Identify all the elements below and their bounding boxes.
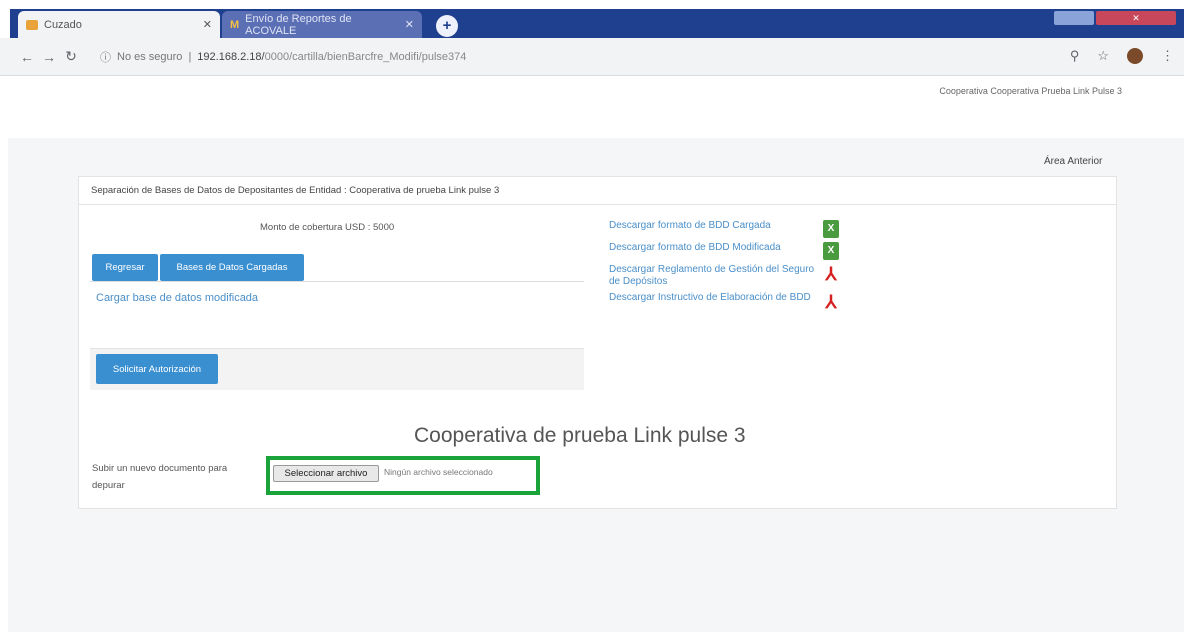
pdf-icon[interactable]: ⅄ bbox=[823, 264, 839, 284]
zoom-icon[interactable]: ⚲ bbox=[1070, 48, 1080, 64]
pulse-icon: M bbox=[230, 18, 240, 31]
close-icon[interactable]: ✕ bbox=[203, 18, 212, 31]
download-item[interactable]: Descargar formato de BDD Cargada X bbox=[609, 220, 839, 238]
folder-icon bbox=[26, 19, 38, 30]
download-item[interactable]: Descargar Instructivo de Elaboración de … bbox=[609, 292, 839, 312]
back-icon[interactable]: ← bbox=[16, 49, 38, 65]
solicitar-autorizacion-button[interactable]: Solicitar Autorización bbox=[96, 354, 218, 384]
close-window-button[interactable]: ✕ bbox=[1096, 11, 1176, 25]
tab-active[interactable]: Cuzado ✕ bbox=[18, 11, 220, 38]
downloads-list: Descargar formato de BDD Cargada X Desca… bbox=[609, 220, 839, 316]
download-item[interactable]: Descargar Reglamento de Gestión del Segu… bbox=[609, 264, 839, 288]
previous-area-link[interactable]: Área Anterior bbox=[1044, 156, 1102, 167]
address-bar: ← → ↻ ⓘ No es seguro | 192.168.2.18/0000… bbox=[0, 38, 1184, 76]
close-icon[interactable]: ✕ bbox=[405, 18, 414, 31]
excel-icon[interactable]: X bbox=[823, 220, 839, 238]
cargar-base-link[interactable]: Cargar base de datos modificada bbox=[96, 292, 258, 304]
excel-icon[interactable]: X bbox=[823, 242, 839, 260]
cooperative-title: Cooperativa de prueba Link pulse 3 bbox=[414, 424, 746, 447]
username[interactable]: Cooperativa Cooperativa Prueba Link Puls… bbox=[939, 86, 1122, 96]
info-icon[interactable]: ⓘ bbox=[100, 49, 111, 65]
upload-label: Subir un nuevo documento para depurar bbox=[92, 463, 228, 491]
avatar[interactable] bbox=[1127, 48, 1143, 64]
reload-icon[interactable]: ↻ bbox=[60, 48, 82, 65]
coverage-amount: Monto de cobertura USD : 5000 bbox=[260, 222, 395, 233]
minimize-button[interactable] bbox=[1054, 11, 1094, 25]
menu-icon[interactable]: ⋮ bbox=[1161, 48, 1174, 64]
download-link[interactable]: Descargar formato de BDD Modificada bbox=[609, 242, 815, 254]
download-link[interactable]: Descargar formato de BDD Cargada bbox=[609, 220, 815, 232]
new-tab-button[interactable]: + bbox=[436, 15, 458, 37]
tab-inactive-label: Envío de Reportes de ACOVALE bbox=[245, 12, 352, 37]
pdf-icon[interactable]: ⅄ bbox=[823, 292, 839, 312]
url-separator: | bbox=[188, 51, 192, 63]
no-file-text: Ningún archivo seleccionado bbox=[384, 467, 493, 477]
address-actions: ⚲ ☆ ⋮ bbox=[1070, 48, 1174, 64]
forward-icon[interactable]: → bbox=[38, 49, 60, 65]
url-text: 192.168.2.18/0000/cartilla/bienBarcfre_M… bbox=[197, 51, 467, 63]
download-item[interactable]: Descargar formato de BDD Modificada X bbox=[609, 242, 839, 260]
user-bar: Cooperativa Cooperativa Prueba Link Puls… bbox=[0, 76, 1184, 136]
panel-title: Separación de Bases de Datos de Deposita… bbox=[79, 177, 1116, 205]
tab-active-label: Cuzado bbox=[44, 18, 82, 31]
download-link[interactable]: Descargar Reglamento de Gestión del Segu… bbox=[609, 264, 815, 288]
select-file-button[interactable]: Seleccionar archivo bbox=[273, 465, 379, 482]
bases-cargadas-button[interactable]: Bases de Datos Cargadas bbox=[160, 254, 304, 281]
star-icon[interactable]: ☆ bbox=[1097, 48, 1109, 64]
download-link[interactable]: Descargar Instructivo de Elaboración de … bbox=[609, 292, 815, 304]
url-field[interactable]: ⓘ No es seguro | 192.168.2.18/0000/carti… bbox=[100, 46, 1060, 68]
security-status: No es seguro bbox=[117, 51, 183, 63]
regresar-button[interactable]: Regresar bbox=[92, 254, 158, 281]
tab-inactive[interactable]: M Envío de Reportes de ACOVALE ✕ bbox=[222, 11, 422, 38]
